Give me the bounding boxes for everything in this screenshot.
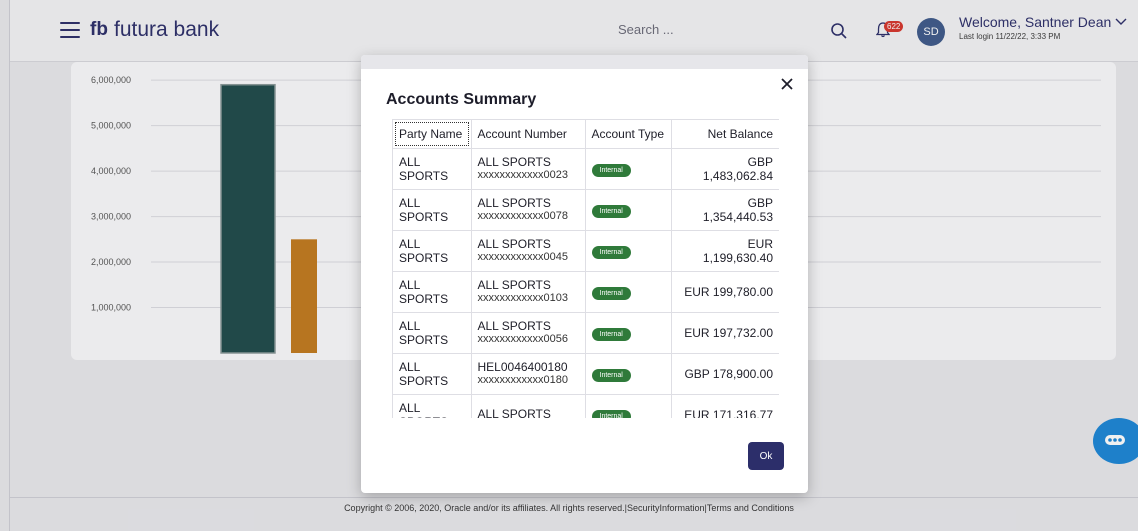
account-name: ALL SPORTS — [477, 407, 551, 419]
table-header-row: Party Name Account Number Account Type N… — [393, 120, 779, 149]
account-number-cell[interactable]: ALL SPORTS xxxxxxxxxxxx0078 — [471, 189, 586, 231]
column-header-net-balance[interactable]: Net Balance — [671, 120, 779, 149]
net-balance-cell: EUR 171,316.77 — [671, 394, 779, 418]
account-number-cell[interactable]: ALL SPORTS xxxxxxxxxxxx0056 — [471, 312, 586, 354]
table-row: ALL SPORTS ALL SPORTS xxxxxxxxxxxx0045 Inte… — [393, 230, 779, 272]
account-number-cell[interactable]: ALL SPORTS xxxxxxxxxxxx0023 — [471, 148, 586, 190]
account-type-cell: Internal — [585, 189, 672, 231]
table-row: ALL SPORTS ALL SPORTS xxxxxxxxxxxx0056 Inte… — [393, 312, 779, 354]
account-number: xxxxxxxxxxxx0023 — [477, 168, 568, 181]
account-number: xxxxxxxxxxxx0056 — [477, 332, 568, 345]
account-name: ALL SPORTS — [477, 236, 551, 251]
party-name-cell: ALL SPORTS — [393, 394, 472, 418]
net-balance-cell: EUR 1,199,630.40 — [671, 230, 779, 272]
account-type-cell: Internal — [585, 394, 672, 418]
table-row: ALL SPORTS HEL0046400180 xxxxxxxxxxxx0180 I… — [393, 353, 779, 395]
account-number-cell[interactable]: ALL SPORTS xxxxxxxxxxxx0103 — [471, 271, 586, 313]
accounts-summary-modal: Accounts Summary Party Name Account Numb… — [361, 55, 808, 493]
modal-title: Accounts Summary — [386, 91, 537, 108]
account-type-badge: Internal — [591, 163, 631, 177]
party-name-cell: ALL SPORTS — [393, 189, 472, 231]
party-name-cell: ALL SPORTS — [393, 312, 472, 354]
account-type-cell: Internal — [585, 312, 672, 354]
account-number: xxxxxxxxxxxx0078 — [477, 209, 568, 222]
column-header-account-type[interactable]: Account Type — [585, 120, 672, 149]
account-type-cell: Internal — [585, 353, 672, 395]
net-balance-cell: GBP 178,900.00 — [671, 353, 779, 395]
party-name-cell: ALL SPORTS — [393, 271, 472, 313]
account-type-cell: Internal — [585, 148, 672, 190]
party-name-cell: ALL SPORTS — [393, 230, 472, 272]
account-type-badge: Internal — [591, 327, 631, 341]
account-number-cell[interactable]: ALL SPORTS — [471, 394, 586, 419]
close-icon[interactable] — [780, 77, 794, 91]
column-header-account-number[interactable]: Account Number — [471, 120, 586, 149]
account-type-badge: Internal — [591, 204, 631, 218]
account-name: ALL SPORTS — [477, 195, 551, 210]
table-row: ALL SPORTS ALL SPORTS xxxxxxxxxxxx0103 Inte… — [393, 271, 779, 313]
accounts-table-scroll[interactable]: Party Name Account Number Account Type N… — [392, 119, 779, 418]
account-name: ALL SPORTS — [477, 318, 551, 333]
net-balance-cell: GBP 1,354,440.53 — [671, 189, 779, 231]
account-type-cell: Internal — [585, 271, 672, 313]
table-row: ALL SPORTS ALL SPORTS xxxxxxxxxxxx0023 Inte… — [393, 148, 779, 190]
modal-top-strip — [361, 55, 808, 69]
net-balance-cell: EUR 199,780.00 — [671, 271, 779, 313]
account-type-cell: Internal — [585, 230, 672, 272]
account-name: HEL0046400180 — [477, 359, 568, 374]
table-row: ALL SPORTS ALL SPORTS Internal EUR 171,316.… — [393, 394, 779, 418]
net-balance-cell: EUR 197,732.00 — [671, 312, 779, 354]
ok-button[interactable]: Ok — [748, 442, 784, 470]
accounts-table: Party Name Account Number Account Type N… — [393, 120, 779, 418]
party-name-cell: ALL SPORTS — [393, 353, 472, 395]
account-type-badge: Internal — [591, 409, 631, 418]
party-name-cell: ALL SPORTS — [393, 148, 472, 190]
account-number: xxxxxxxxxxxx0045 — [477, 250, 568, 263]
account-type-badge: Internal — [591, 368, 631, 382]
account-number-cell[interactable]: ALL SPORTS xxxxxxxxxxxx0045 — [471, 230, 586, 272]
account-name: ALL SPORTS — [477, 154, 551, 169]
account-type-badge: Internal — [591, 286, 631, 300]
account-name: ALL SPORTS — [477, 277, 551, 292]
account-number: xxxxxxxxxxxx0180 — [477, 373, 568, 386]
column-header-party-name[interactable]: Party Name — [393, 120, 472, 149]
account-number: xxxxxxxxxxxx0103 — [477, 291, 568, 304]
account-number-cell[interactable]: HEL0046400180 xxxxxxxxxxxx0180 — [471, 353, 586, 395]
account-type-badge: Internal — [591, 245, 631, 259]
net-balance-cell: GBP 1,483,062.84 — [671, 148, 779, 190]
table-row: ALL SPORTS ALL SPORTS xxxxxxxxxxxx0078 Inte… — [393, 189, 779, 231]
